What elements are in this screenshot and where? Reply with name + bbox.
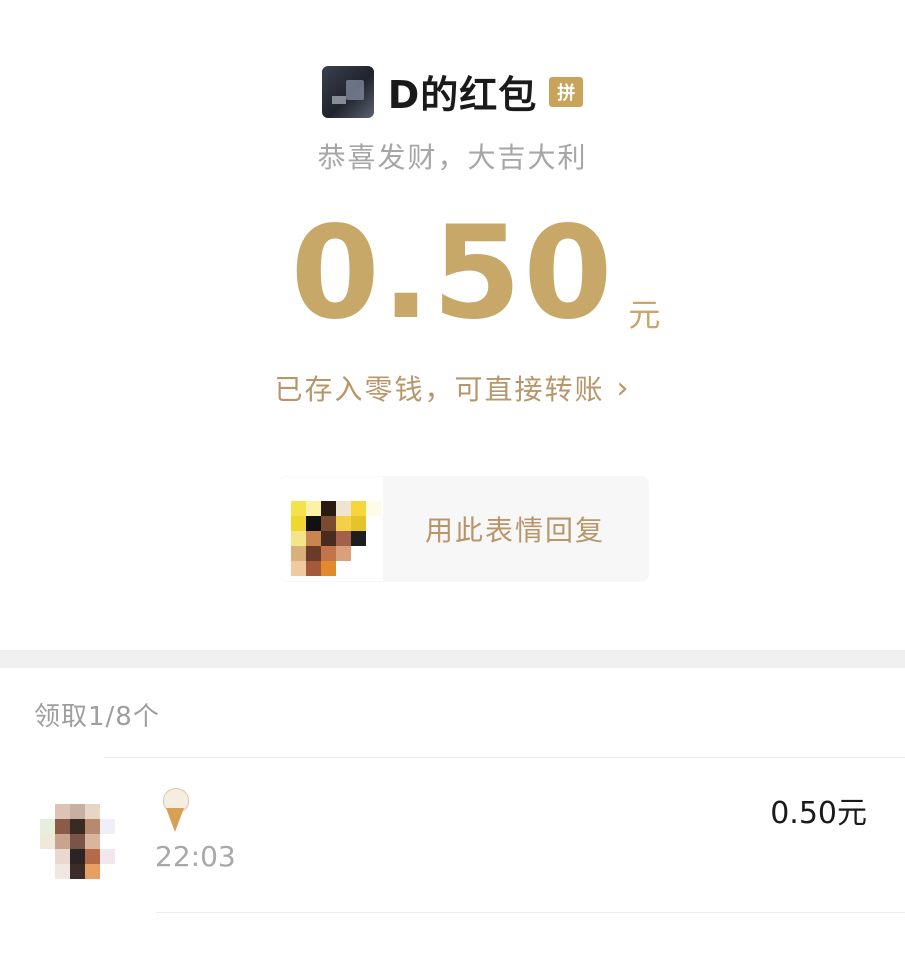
sender-row: D的红包 拼 [0,64,905,119]
amount-unit: 元 [628,296,661,334]
claim-summary: 领取1/8个 [34,702,160,732]
sender-name: D的红包 [387,73,538,117]
amount-value: 0.50 [290,199,615,348]
group-packet-badge: 拼 [549,76,584,107]
reply-with-sticker-label: 用此表情回复 [425,514,606,547]
chevron-right-icon: › [616,370,631,406]
avatar-image-detail [345,79,364,100]
avatar-mosaic [40,804,134,879]
saved-to-change-text: 已存入零钱，可直接转账 [274,373,605,406]
section-divider [0,650,905,668]
avatar-image-detail [331,95,346,104]
greeting-message: 恭喜发财，大吉大利 [317,141,588,174]
ice-cream-icon [160,788,190,834]
sticker-image-icon [291,501,381,576]
list-divider [156,912,905,913]
red-packet-detail-page: D的红包 拼 恭喜发财，大吉大利 0.50 元 已存入零钱，可直接转账 › 用此… [0,0,905,977]
list-divider [104,757,905,758]
saved-to-change-link[interactable]: 已存入零钱，可直接转账 › [0,368,905,408]
sticker-thumbnail [279,477,383,581]
sender-avatar[interactable] [321,65,374,118]
reply-with-sticker-button[interactable]: 用此表情回复 [279,476,649,582]
amount-display: 0.50 元 [0,210,905,338]
claim-time: 22:03 [155,840,236,873]
claim-amount: 0.50元 [770,796,867,831]
claimer-avatar[interactable] [40,804,134,884]
